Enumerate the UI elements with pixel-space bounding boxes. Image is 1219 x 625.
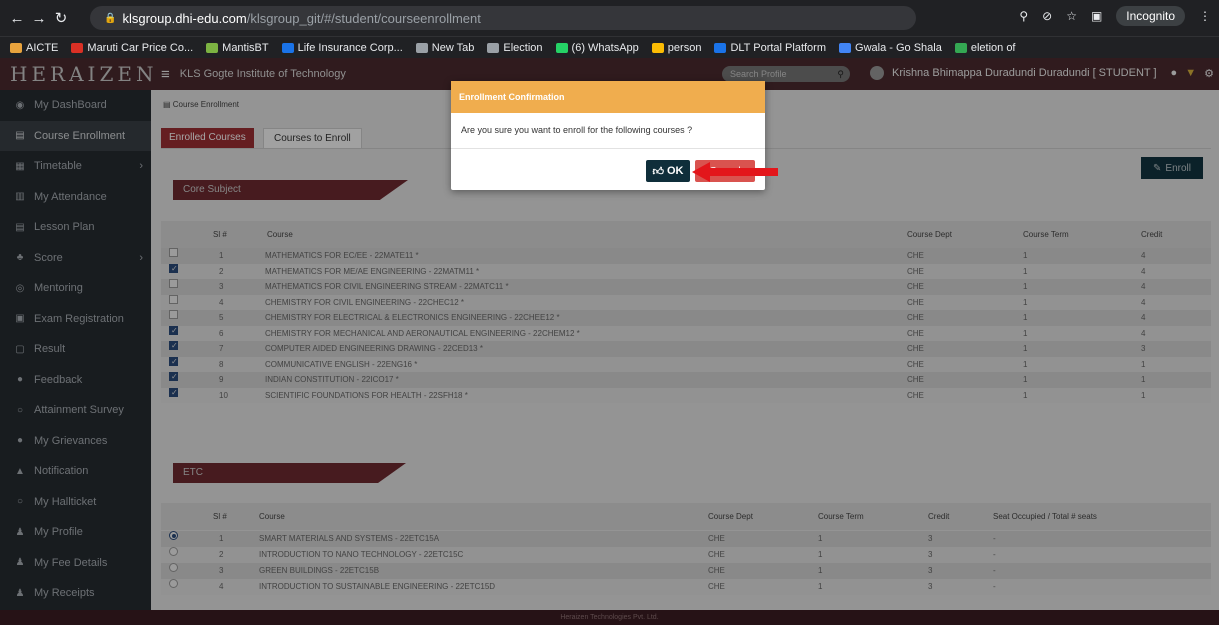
star-icon[interactable]: ☆: [1066, 9, 1077, 23]
address-bar[interactable]: 🔒 klsgroup.dhi-edu.com/klsgroup_git/#/st…: [90, 6, 916, 30]
bookmark-item[interactable]: Maruti Car Price Co...: [71, 42, 193, 54]
bookmark-item[interactable]: New Tab: [415, 41, 475, 54]
menu-icon[interactable]: ⋮: [1199, 9, 1211, 23]
bookmark-label: AICTE: [26, 41, 59, 54]
bookmark-item[interactable]: eletion of: [954, 41, 1016, 54]
bookmark-label: MantisBT: [222, 41, 269, 54]
red-arrow-icon: [692, 162, 778, 182]
bookmark-label: New Tab: [431, 41, 475, 54]
url-host: klsgroup.dhi-edu.com: [122, 10, 247, 26]
thumbs-up-icon: 👍︎: [652, 165, 665, 178]
ok-button-label: OK: [667, 165, 684, 177]
bookmark-favicon-icon: [651, 42, 664, 53]
bookmark-label: (6) WhatsApp: [571, 41, 639, 54]
incognito-badge[interactable]: Incognito: [1116, 6, 1185, 26]
bookmark-item[interactable]: AICTE: [10, 42, 58, 54]
bookmark-favicon-icon: [206, 42, 219, 53]
bookmark-item[interactable]: Election: [487, 41, 543, 54]
eye-off-icon[interactable]: ⊘: [1042, 9, 1052, 23]
lock-icon: 🔒: [104, 12, 117, 24]
bookmark-item[interactable]: Life Insurance Corp...: [281, 41, 403, 54]
bookmark-favicon-icon: [71, 42, 84, 53]
forward-icon[interactable]: →: [28, 10, 50, 27]
bookmark-label: Election: [503, 41, 543, 54]
bookmark-favicon-icon: [281, 42, 294, 53]
reload-icon[interactable]: ↻: [50, 9, 72, 27]
bookmark-item[interactable]: person: [651, 41, 702, 54]
bookmark-label: Maruti Car Price Co...: [87, 41, 194, 54]
ok-button[interactable]: 👍︎ OK: [646, 160, 690, 182]
bookmarks-bar: AICTE Maruti Car Price Co... MantisBT Life …: [0, 36, 1219, 58]
dialog-message: Are you sure you want to enroll for the …: [451, 113, 765, 149]
bookmark-label: Life Insurance Corp...: [297, 41, 403, 54]
sidepanel-icon[interactable]: ▣: [1091, 9, 1102, 23]
bookmark-item[interactable]: MantisBT: [206, 41, 269, 54]
bookmark-favicon-icon: [839, 42, 852, 53]
back-icon[interactable]: ←: [6, 10, 28, 27]
bookmark-label: eletion of: [970, 41, 1016, 54]
bookmark-favicon-icon: [954, 42, 967, 53]
bookmark-label: DLT Portal Platform: [730, 41, 827, 54]
url-path: /klsgroup_git/#/student/courseenrollment: [246, 10, 481, 26]
bookmark-favicon-icon: [415, 42, 428, 53]
bookmark-item[interactable]: DLT Portal Platform: [714, 42, 826, 54]
bookmark-favicon-icon: [714, 42, 727, 53]
browser-toolbar: ← → ↻ 🔒 klsgroup.dhi-edu.com/klsgroup_gi…: [0, 0, 1219, 36]
dialog-title: Enrollment Confirmation: [451, 81, 765, 113]
bookmark-item[interactable]: (6) WhatsApp: [555, 41, 639, 54]
bookmark-label: person: [667, 41, 702, 54]
bookmark-favicon-icon: [487, 42, 500, 53]
bookmark-favicon-icon: [10, 42, 22, 53]
bookmark-label: Gwala - Go Shala: [855, 41, 942, 54]
zoom-icon[interactable]: ⚲: [1019, 9, 1028, 23]
bookmark-item[interactable]: Gwala - Go Shala: [839, 42, 942, 54]
bookmark-favicon-icon: [555, 42, 568, 53]
